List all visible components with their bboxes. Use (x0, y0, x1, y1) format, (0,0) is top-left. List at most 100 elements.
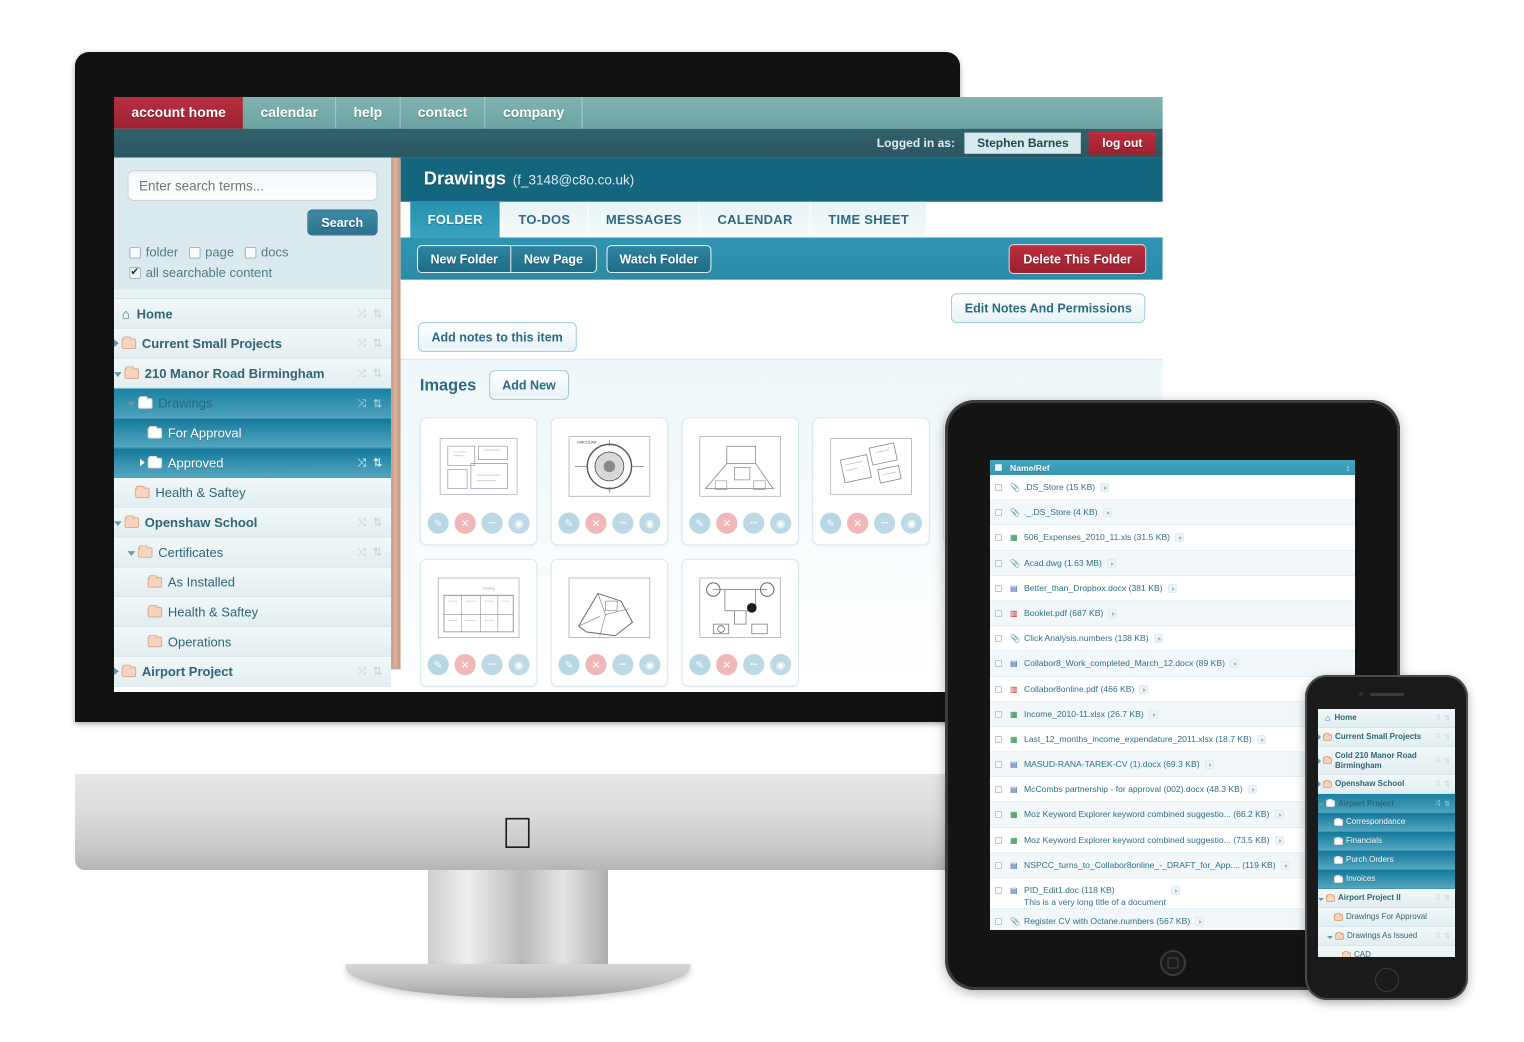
search-input[interactable] (127, 170, 378, 201)
row-checkbox[interactable] (995, 660, 1002, 668)
file-row[interactable]: ▥ Booklet.pdf (687 KB) (990, 600, 1355, 627)
delete-icon[interactable]: ✕ (585, 512, 607, 534)
row-checkbox[interactable] (995, 861, 1002, 869)
row-checkbox[interactable] (995, 836, 1002, 844)
image-card[interactable]: CIRCULAR ✎ ✕ ••• ◉ (550, 417, 669, 546)
move-updown-icon[interactable]: ⇅ (373, 456, 383, 469)
checkbox-icon[interactable] (188, 246, 201, 259)
ipad-home-button[interactable] (1159, 950, 1186, 976)
file-preview-icon[interactable] (1204, 760, 1214, 770)
chevron-right-icon[interactable] (114, 339, 119, 348)
edit-icon[interactable]: ✎ (558, 653, 580, 676)
tree-item-current-small-projects[interactable]: Current Small Projects ⤨ ⇅ (114, 328, 392, 359)
tree-item-current-small-projects[interactable]: Current Small Projects ⤨ ⇅ (1318, 728, 1455, 747)
chevron-right-icon[interactable] (139, 458, 145, 467)
delete-icon[interactable]: ✕ (716, 653, 738, 676)
move-updown-icon[interactable]: ⇅ (1444, 733, 1450, 741)
shuffle-icon[interactable]: ⤨ (1435, 800, 1441, 808)
row-checkbox[interactable] (995, 887, 1002, 894)
move-updown-icon[interactable]: ⇅ (373, 337, 383, 350)
tree-item-drawings[interactable]: Drawings ⤨ ⇅ (114, 388, 392, 419)
shuffle-icon[interactable]: ⤨ (1435, 714, 1441, 722)
watch-folder-button[interactable]: Watch Folder (606, 244, 712, 273)
file-row[interactable]: 📎 .DS_Store (15 KB) (990, 475, 1355, 501)
shuffle-icon[interactable]: ⤨ (1435, 932, 1441, 940)
move-updown-icon[interactable]: ⇅ (373, 545, 383, 558)
shuffle-icon[interactable]: ⤨ (357, 545, 366, 559)
file-row[interactable]: ▤ PID_Edit1.doc (118 KB) This is a very lo… (990, 878, 1355, 910)
tree-item-approved[interactable]: Approved ⤨ ⇅ (114, 448, 392, 478)
delete-folder-button[interactable]: Delete This Folder (1008, 243, 1147, 274)
edit-icon[interactable]: ✎ (427, 653, 449, 676)
tree-item-drawings-for-approval[interactable]: Drawings For Approval (1318, 908, 1455, 927)
view-icon[interactable]: ◉ (770, 512, 792, 534)
comment-icon[interactable]: ••• (743, 512, 765, 534)
view-icon[interactable]: ◉ (900, 512, 923, 534)
chevron-down-icon[interactable] (1327, 935, 1333, 939)
file-preview-icon[interactable] (1274, 810, 1284, 820)
file-row[interactable]: 📎 Register CV with Octane.numbers (567 KB… (990, 909, 1355, 930)
delete-icon[interactable]: ✕ (454, 512, 476, 534)
move-updown-icon[interactable]: ⇅ (1444, 780, 1450, 788)
tree-item-purch-orders[interactable]: Purch Orders (1318, 851, 1455, 870)
tree-item-210-manor-road-birmingham[interactable]: 210 Manor Road Birmingham ⤨ ⇅ (114, 358, 392, 389)
image-card[interactable]: ✎ ✕ ••• ◉ (681, 417, 799, 546)
row-checkbox[interactable] (995, 559, 1002, 567)
image-card[interactable]: Drawing ✎ ✕ ••• ◉ (419, 558, 538, 687)
move-updown-icon[interactable]: ⇅ (1444, 932, 1450, 940)
move-updown-icon[interactable]: ⇅ (373, 515, 383, 528)
chevron-right-icon[interactable] (1318, 757, 1321, 764)
file-preview-icon[interactable] (1256, 734, 1266, 744)
chevron-down-icon[interactable] (127, 550, 136, 556)
edit-icon[interactable]: ✎ (558, 512, 580, 534)
tab-to-dos[interactable]: TO-DOS (501, 201, 589, 238)
row-checkbox[interactable] (995, 635, 1002, 643)
view-icon[interactable]: ◉ (508, 512, 530, 534)
topnav-item-company[interactable]: company (485, 97, 583, 129)
tree-item-openshaw-school[interactable]: Openshaw School ⤨ ⇅ (114, 507, 392, 538)
tree-item-financials[interactable]: Financials (1318, 832, 1455, 851)
file-preview-icon[interactable] (1195, 917, 1205, 927)
delete-icon[interactable]: ✕ (847, 512, 869, 534)
file-preview-icon[interactable] (1153, 634, 1163, 644)
select-all-checkbox[interactable] (995, 464, 1002, 471)
file-preview-icon[interactable] (1108, 608, 1118, 618)
chevron-down-icon[interactable] (127, 401, 136, 407)
shuffle-icon[interactable]: ⤨ (357, 336, 366, 350)
file-preview-icon[interactable] (1106, 558, 1116, 568)
tree-item-airport-project-ii[interactable]: Airport Project II ⤨ ⇅ (1318, 889, 1455, 908)
comment-icon[interactable]: ••• (612, 653, 634, 676)
file-row[interactable]: ▤ NSPCC_turns_to_Collabor8online_-_DRAFT_… (990, 852, 1355, 878)
tree-item-airport-project[interactable]: Airport Project ⤨ ⇅ (1318, 794, 1455, 813)
filter-page[interactable]: page (188, 245, 234, 260)
delete-icon[interactable]: ✕ (454, 653, 476, 676)
file-preview-icon[interactable] (1100, 483, 1110, 492)
tree-item-health-saftey[interactable]: Health & Saftey (114, 597, 392, 628)
row-checkbox[interactable] (995, 484, 1002, 491)
add-new-image-button[interactable]: Add New (488, 370, 570, 401)
move-updown-icon[interactable]: ⇅ (373, 307, 383, 320)
topnav-item-help[interactable]: help (336, 97, 401, 129)
logout-button[interactable]: log out (1088, 131, 1156, 155)
row-checkbox[interactable] (995, 811, 1002, 819)
tab-folder[interactable]: FOLDER (410, 201, 502, 238)
chevron-right-icon[interactable] (114, 667, 119, 676)
shuffle-icon[interactable]: ⤨ (357, 306, 366, 320)
file-row[interactable]: ▤ MASUD-RANA-TAREK-CV (1).docx (69.3 KB) (990, 752, 1355, 778)
column-header-name-ref[interactable]: Name/Ref (1010, 463, 1050, 473)
topnav-item-contact[interactable]: contact (400, 97, 486, 129)
tree-item-home[interactable]: ⌂ Home ⤨ ⇅ (114, 299, 392, 329)
shuffle-icon[interactable]: ⤨ (357, 396, 366, 410)
edit-icon[interactable]: ✎ (820, 512, 842, 534)
move-updown-icon[interactable]: ⇅ (373, 665, 383, 678)
move-updown-icon[interactable]: ⇅ (373, 397, 383, 410)
view-icon[interactable]: ◉ (508, 653, 530, 676)
shuffle-icon[interactable]: ⤨ (357, 664, 366, 678)
image-card[interactable]: ✎ ✕ ••• ◉ (681, 558, 799, 687)
filter-all-searchable-content[interactable]: all searchable content (129, 265, 377, 280)
comment-icon[interactable]: ••• (612, 512, 634, 534)
file-row[interactable]: ▤ McCombs partnership - for approval (002… (990, 777, 1355, 803)
row-checkbox[interactable] (995, 735, 1002, 743)
file-preview-icon[interactable] (1274, 835, 1284, 845)
tree-item-openshaw-school[interactable]: Openshaw School ⤨ ⇅ (1318, 775, 1455, 794)
